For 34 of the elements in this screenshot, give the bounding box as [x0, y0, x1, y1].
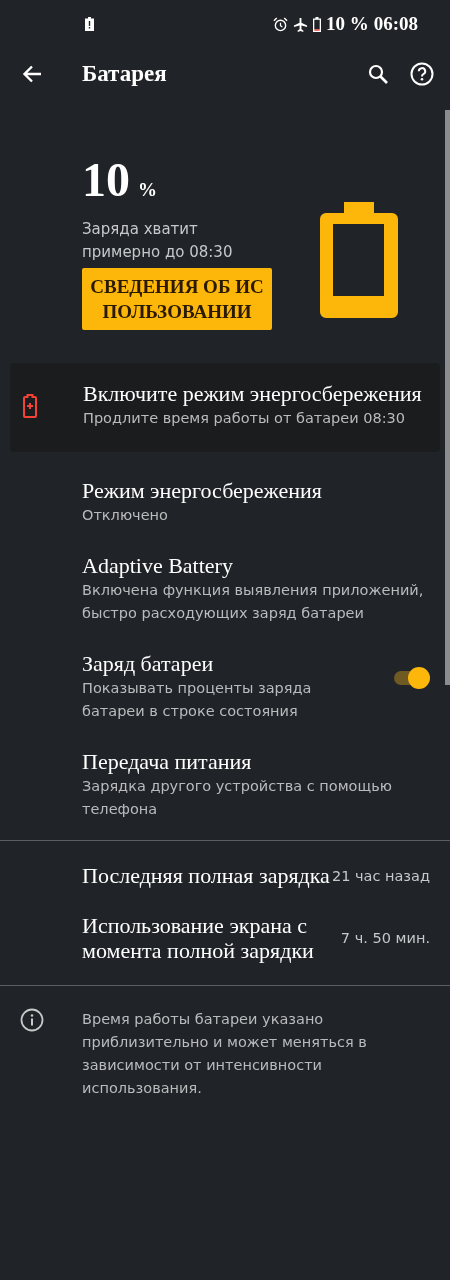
setting-title[interactable]: Передача питания: [82, 749, 252, 774]
setting-summary: Отключено: [82, 506, 168, 525]
footer-note: Время работы батареи указано приблизительно и может меняться в зависимости от интенсивности использования.: [82, 1010, 368, 1098]
setting-title[interactable]: Режим энергосбережения: [82, 478, 322, 503]
search-icon[interactable]: [368, 64, 388, 84]
tip-summary: Продлите время работы от батареи 08:30: [83, 409, 406, 428]
battery-alert-icon: [85, 17, 94, 31]
battery-plus-icon: [23, 393, 37, 418]
setting-summary: Показывать проценты заряда батареи в строке состояния: [82, 679, 313, 721]
battery-percentage: 10 %: [325, 13, 369, 35]
remaining-time-text: Заряда хватит примерно до 08:30: [82, 219, 234, 263]
info-icon: [20, 1008, 44, 1032]
percent-sign: %: [138, 179, 157, 201]
page-title: Батарея: [82, 61, 167, 87]
clock-time: 06:08: [373, 13, 418, 35]
help-icon[interactable]: [410, 62, 434, 86]
stat-value: 7 ч. 50 мин.: [340, 930, 430, 946]
stat-label: Использование экрана с момента полной зарядки: [82, 913, 315, 963]
battery-percent: 10: [82, 156, 130, 204]
airplane-icon: [292, 16, 308, 32]
stat-value: 21 час назад: [331, 867, 430, 884]
setting-summary: Зарядка другого устройства с помощью телефона: [82, 777, 393, 819]
setting-title[interactable]: Заряд батареи: [82, 651, 214, 676]
toggle-switch[interactable]: [392, 666, 430, 690]
tip-card[interactable]: Включите режим энергосбережения Продлите время работы от батареи 08:30: [10, 363, 440, 452]
tip-title: Включите режим энергосбережения: [83, 381, 422, 406]
usage-details-button[interactable]: СВЕДЕНИЯ ОБ ИСПОЛЬЗОВАНИИ: [82, 268, 272, 330]
setting-summary: Включена функция выявления приложений, быстро расходующих заряд батареи: [82, 581, 425, 623]
stat-label: Последняя полная зарядка: [82, 863, 331, 888]
back-arrow-icon[interactable]: [22, 65, 42, 83]
setting-title[interactable]: Adaptive Battery: [82, 553, 233, 578]
battery-low-icon: [312, 16, 321, 32]
alarm-icon: [272, 16, 288, 32]
battery-icon: [320, 202, 398, 318]
